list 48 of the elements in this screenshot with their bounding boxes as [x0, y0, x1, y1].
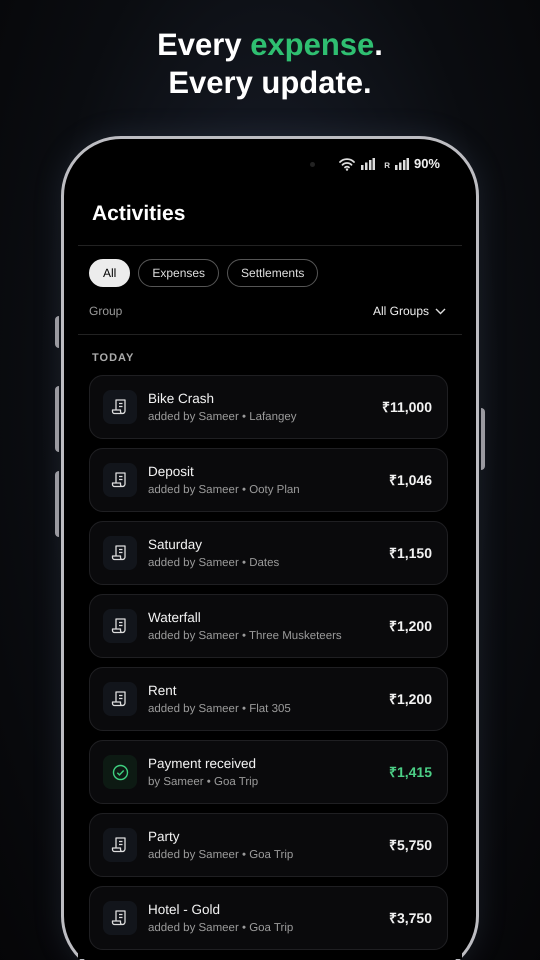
activity-amount: ₹1,415: [388, 762, 432, 782]
battery-percentage: 90%: [414, 155, 440, 174]
headline: Every expense.: [157, 26, 383, 64]
activity-subtitle: added by Sameer • Lafangey: [148, 410, 298, 424]
page-title: Activities: [92, 201, 186, 227]
filter-chip[interactable]: Settlements: [227, 259, 318, 287]
activity-title: Payment received: [148, 754, 258, 772]
roaming-label: R: [384, 160, 390, 172]
activity-card[interactable]: Hotel - Gold added by Sameer • Goa Trip ₹3,750: [89, 886, 448, 950]
signal-icon: [394, 158, 409, 170]
activity-amount: ₹1,200: [388, 690, 432, 708]
wifi-icon: [338, 157, 356, 171]
activity-amount: ₹1,150: [388, 544, 432, 562]
activity-card[interactable]: Deposit added by Sameer • Ooty Plan ₹1,046: [89, 448, 448, 512]
activity-title: Deposit: [148, 462, 195, 480]
activity-title: Party: [148, 828, 181, 844]
chevron-down-icon: [435, 308, 446, 314]
activity-title: Bike Crash: [148, 390, 216, 406]
activity-title: Hotel - Gold: [148, 900, 222, 918]
filter-chip[interactable]: All: [89, 259, 130, 287]
activity-amount: ₹3,750: [388, 908, 432, 928]
check-circle-icon: [112, 764, 128, 780]
activity-title: Waterfall: [148, 608, 202, 626]
activity-card[interactable]: Saturday added by Sameer • Dates ₹1,150: [89, 521, 448, 585]
activity-card[interactable]: Bike Crash added by Sameer • Lafangey ₹11,000: [89, 375, 448, 439]
activity-card[interactable]: Rent added by Sameer • Flat 305 ₹1,200: [89, 667, 448, 731]
filter-chip[interactable]: Expenses: [138, 259, 220, 287]
activity-subtitle: added by Sameer • Flat 305: [148, 702, 292, 716]
activity-subtitle: added by Sameer • Three Musketeers: [148, 628, 343, 644]
activity-card[interactable]: Party added by Sameer • Goa Trip ₹5,750: [89, 813, 448, 877]
activity-subtitle: added by Sameer • Goa Trip: [148, 848, 294, 862]
activity-title: Rent: [148, 682, 178, 698]
section-heading: TODAY: [91, 351, 136, 365]
activity-subtitle: added by Sameer • Goa Trip: [148, 920, 294, 936]
activity-amount: ₹1,200: [388, 616, 432, 636]
activity-amount: ₹11,000: [382, 398, 432, 416]
activity-subtitle: added by Sameer • Ooty Plan: [148, 482, 301, 498]
group-label: Group: [89, 303, 122, 320]
activity-subtitle: by Sameer • Goa Trip: [148, 774, 260, 790]
headline: Every update.: [168, 64, 372, 102]
activity-card[interactable]: Payment received by Sameer • Goa Trip ₹1,415: [89, 740, 448, 804]
activity-subtitle: added by Sameer • Dates: [148, 556, 280, 570]
activity-amount: ₹1,046: [388, 470, 432, 490]
activity-amount: ₹5,750: [388, 836, 432, 854]
activity-title: Saturday: [148, 536, 204, 552]
group-dropdown[interactable]: All Groups: [372, 302, 446, 320]
signal-icon: [361, 158, 376, 170]
activity-card[interactable]: Waterfall added by Sameer • Three Musketeers ₹1,200: [89, 594, 448, 658]
